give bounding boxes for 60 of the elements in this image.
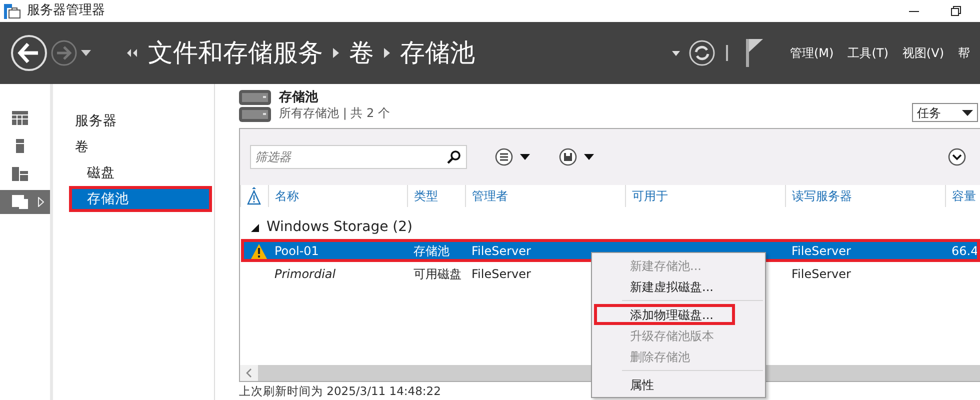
- flag-icon[interactable]: [746, 39, 764, 67]
- dropdown-arrow-icon[interactable]: [80, 49, 92, 57]
- menu-item[interactable]: 属性: [594, 374, 763, 395]
- file-services-icon: [12, 195, 28, 209]
- expand-arrow-icon: [38, 197, 44, 207]
- nav-item[interactable]: 磁盘: [69, 160, 214, 186]
- search-icon: [447, 150, 461, 164]
- app-icon: [4, 4, 21, 18]
- table-cell: FileServer: [792, 266, 851, 281]
- scroll-left-icon[interactable]: [246, 368, 252, 378]
- column-header[interactable]: 管理者: [466, 185, 626, 207]
- table-cell: FileServer: [792, 244, 851, 258]
- back-icon[interactable]: [10, 34, 48, 72]
- chevron-icon: [384, 48, 390, 58]
- warning-sort-icon[interactable]: [247, 187, 261, 206]
- servers-icon: [12, 167, 28, 181]
- breadcrumb-item[interactable]: 存储池: [400, 34, 475, 72]
- divider-icon: [726, 45, 728, 61]
- nav-item[interactable]: 卷: [69, 134, 214, 160]
- collapse-arrow-icon[interactable]: [250, 224, 258, 232]
- table-cell: 存储池: [414, 244, 450, 258]
- table-cell[interactable]: Primordial: [274, 266, 336, 281]
- section-subtitle: 所有存储池 | 共 2 个: [279, 106, 390, 121]
- column-header[interactable]: 名称: [268, 185, 408, 207]
- nav-item[interactable]: 服务器: [69, 108, 214, 134]
- menu-item[interactable]: 视图(V): [902, 44, 944, 62]
- chevron-icon: [333, 48, 339, 58]
- dropdown-arrow-icon: [962, 110, 973, 116]
- column-header[interactable]: 可用于: [626, 185, 786, 207]
- expand-icon[interactable]: [948, 148, 966, 166]
- nav-item[interactable]: 存储池: [69, 186, 212, 212]
- status-text: 上次刷新时间为 2025/3/11 14:48:22: [239, 384, 441, 399]
- menu-item[interactable]: 工具(T): [848, 44, 888, 62]
- warning-icon: [250, 244, 266, 260]
- menu-item[interactable]: 添加物理磁盘...: [594, 304, 735, 325]
- tasks-dropdown[interactable]: 任务: [912, 103, 978, 122]
- column-header[interactable]: 容量: [946, 185, 980, 207]
- table-cell: 66.4: [952, 244, 978, 258]
- dashboard-icon: [12, 111, 28, 125]
- table-cell: FileServer: [472, 244, 531, 258]
- breadcrumb-item[interactable]: 卷: [349, 34, 374, 72]
- breadcrumb-arrows-icon: [126, 49, 138, 57]
- sidebar-tab[interactable]: [0, 190, 50, 214]
- table-cell: FileServer: [472, 266, 531, 281]
- column-header[interactable]: 读写服务器: [786, 185, 946, 207]
- window-title: 服务器管理器: [27, 2, 105, 20]
- group-header: Windows Storage (2): [266, 219, 413, 235]
- storage-pool-icon: [239, 90, 271, 122]
- filter-field[interactable]: 筛选器: [250, 145, 467, 169]
- table-cell: 可用磁盘: [414, 266, 462, 281]
- dropdown-arrow-icon[interactable]: [672, 50, 680, 56]
- breadcrumb-item[interactable]: 文件和存储服务: [148, 34, 323, 72]
- section-title: 存储池: [279, 90, 319, 106]
- column-header[interactable]: 类型: [408, 185, 466, 207]
- table-cell[interactable]: Pool-01: [274, 244, 319, 258]
- menu-item[interactable]: 帮: [958, 44, 970, 62]
- refresh-icon[interactable]: [688, 39, 716, 67]
- restore-icon[interactable]: [950, 5, 962, 17]
- menu-item[interactable]: 新建虚拟磁盘...: [594, 276, 763, 297]
- menu-item[interactable]: 管理(M): [790, 44, 834, 62]
